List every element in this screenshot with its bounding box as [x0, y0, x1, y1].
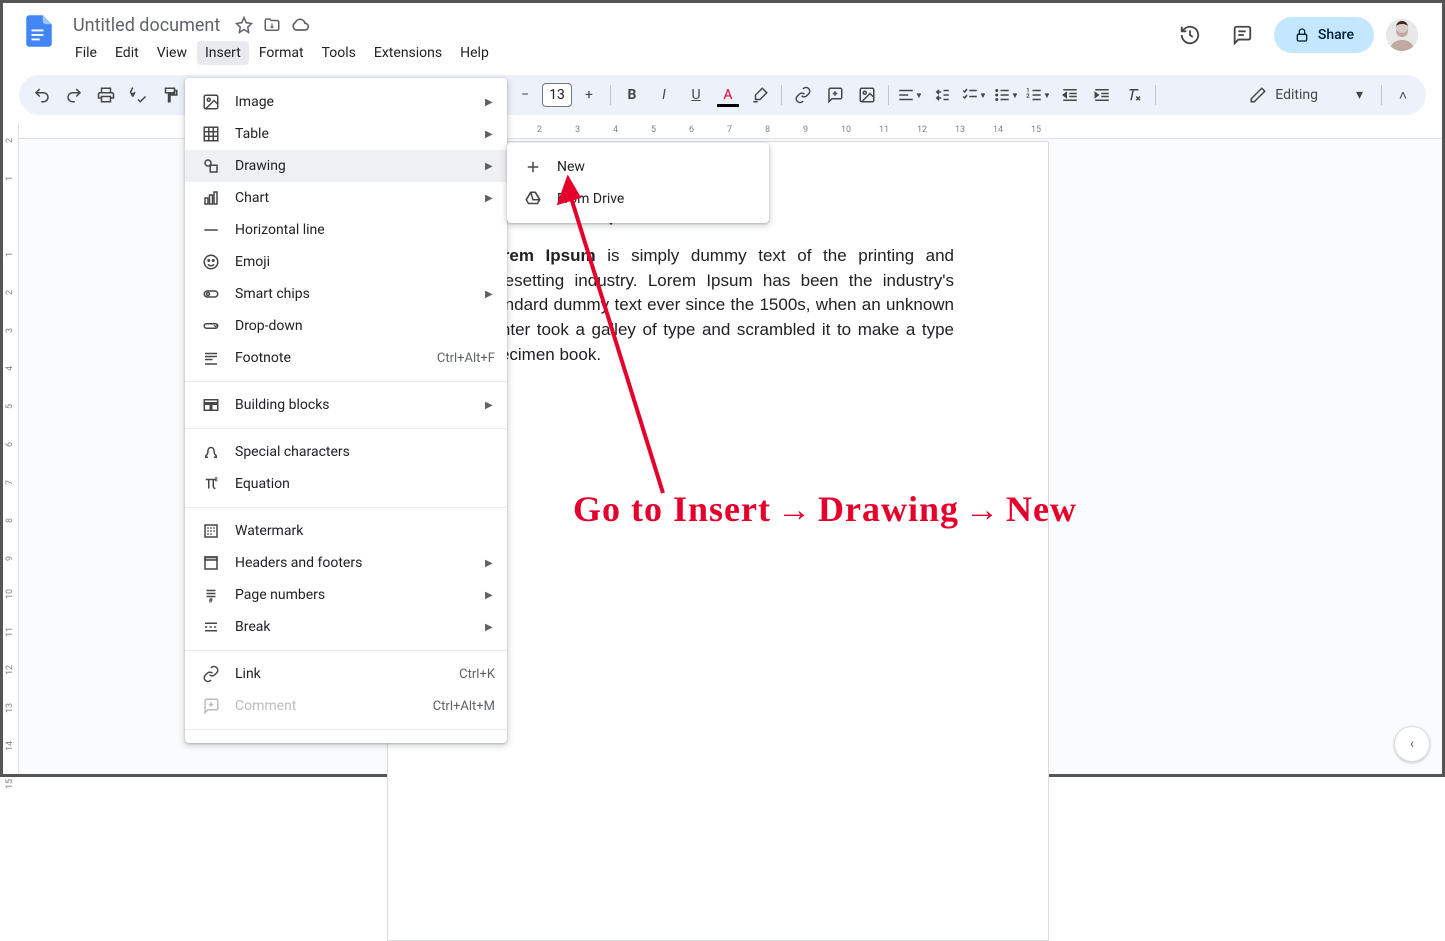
annotation-arrow: [3, 3, 1445, 780]
annotation-text: Go to Insert→Drawing→New: [573, 488, 1077, 530]
